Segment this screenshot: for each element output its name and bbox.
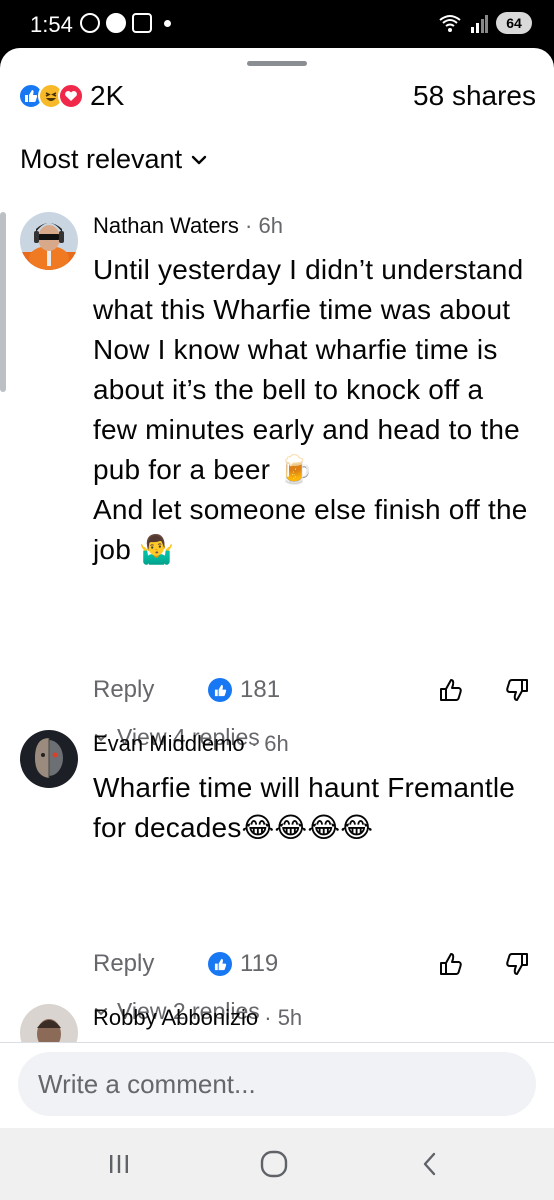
comment-text: Wharfie time will haunt Fremantle for de…: [93, 772, 516, 843]
comment-actions: Reply 181: [93, 675, 534, 705]
thumbs-down-icon[interactable]: [504, 951, 530, 977]
comment-header: Nathan Waters · 6h: [93, 212, 534, 240]
system-icons: 64: [438, 12, 532, 34]
message-notification-icon: [132, 13, 152, 33]
avatar[interactable]: [20, 1004, 78, 1042]
whatsapp-icon: [80, 13, 100, 33]
comment-time: · 6h: [250, 731, 289, 756]
thumbs-down-icon[interactable]: [504, 677, 530, 703]
comment: Evan Middlemo · 6h Wharfie time will hau…: [20, 730, 534, 1024]
comment-composer: [18, 1052, 536, 1116]
signal-icon: [471, 15, 488, 33]
avatar[interactable]: [20, 212, 78, 270]
comment-text: Until yesterday I didn’t understand what…: [93, 254, 528, 565]
vote-buttons: [438, 677, 534, 703]
comment-input[interactable]: [18, 1052, 536, 1116]
thumbs-up-icon[interactable]: [438, 677, 464, 703]
comment-author[interactable]: Robby Abbonizio: [93, 1005, 258, 1030]
vote-buttons: [438, 951, 534, 977]
like-count[interactable]: 119: [208, 950, 278, 978]
status-bar: 1:54 64: [0, 0, 554, 48]
shares-count[interactable]: 58 shares: [413, 80, 536, 112]
scrollbar-thumb[interactable]: [0, 212, 6, 392]
like-count-value: 119: [240, 950, 279, 977]
more-notifications-dot: [164, 19, 171, 27]
navigation-bar: [0, 1128, 554, 1200]
comment-time: · 5h: [264, 1005, 303, 1030]
sort-dropdown[interactable]: Most relevant: [20, 144, 210, 175]
like-count-value: 181: [240, 676, 281, 703]
reactions-summary-row: 2K 58 shares: [18, 76, 536, 116]
reply-button[interactable]: Reply: [93, 676, 208, 704]
love-reaction-icon: [58, 83, 84, 109]
back-button[interactable]: [410, 1146, 450, 1182]
chevron-down-icon: [191, 155, 207, 164]
home-button[interactable]: [254, 1146, 294, 1182]
comments-sheet: 2K 58 shares Most relevant Nathan Waters…: [0, 48, 554, 1128]
drag-handle[interactable]: [247, 61, 307, 66]
composer-divider: [0, 1042, 554, 1043]
reply-button[interactable]: Reply: [93, 950, 208, 978]
avatar[interactable]: [20, 730, 78, 788]
comment-author[interactable]: Nathan Waters: [93, 213, 239, 238]
notification-icons: [80, 13, 171, 33]
comment-header: Robby Abbonizio · 5h: [93, 1004, 534, 1032]
reaction-icons: [18, 83, 84, 109]
recent-apps-button[interactable]: [99, 1146, 139, 1182]
reactions-summary[interactable]: 2K: [18, 80, 124, 112]
like-count[interactable]: 181: [208, 676, 280, 704]
comment-header: Evan Middlemo · 6h: [93, 730, 534, 758]
sort-label: Most relevant: [20, 144, 183, 174]
wifi-icon: [439, 15, 461, 32]
comment: Robby Abbonizio · 5h: [20, 1004, 534, 1042]
like-icon: [208, 952, 232, 976]
reaction-count: 2K: [90, 80, 125, 111]
thumbs-up-icon[interactable]: [438, 951, 464, 977]
recent-apps-icon: [110, 1155, 128, 1173]
comment: Nathan Waters · 6h Until yesterday I did…: [20, 212, 534, 750]
comment-time: · 6h: [245, 213, 283, 238]
status-time: 1:54: [30, 12, 73, 37]
comment-author[interactable]: Evan Middlemo: [93, 731, 245, 756]
comment-actions: Reply 119: [93, 949, 534, 979]
home-icon: [260, 1150, 288, 1178]
back-icon: [423, 1152, 436, 1176]
like-icon: [208, 678, 232, 702]
app-notification-icon: [106, 13, 126, 33]
battery-icon: 64: [496, 12, 532, 34]
